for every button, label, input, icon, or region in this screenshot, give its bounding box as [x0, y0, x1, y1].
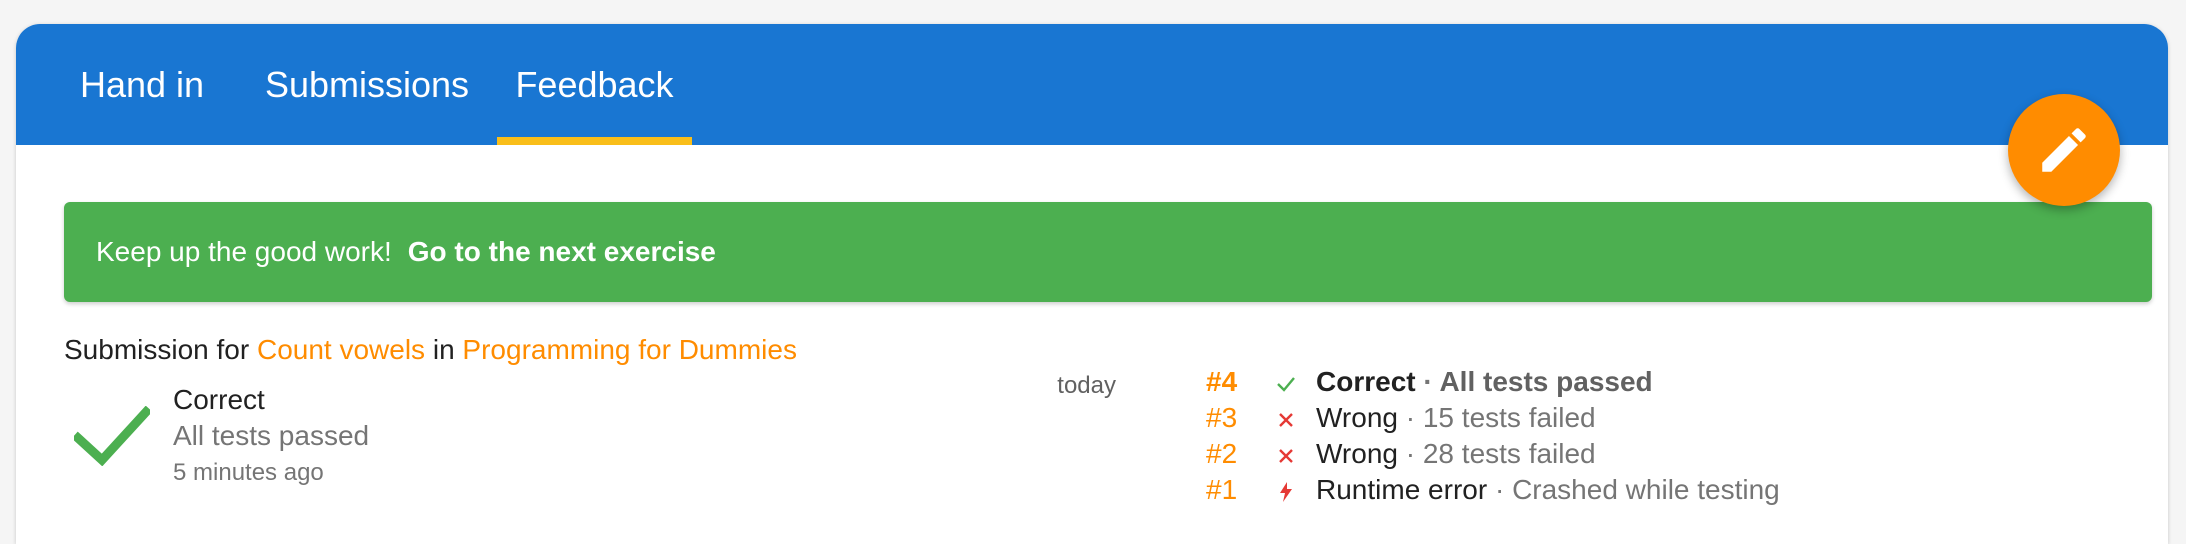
cross-icon [1279, 449, 1293, 463]
history-detail: 28 tests failed [1422, 438, 1596, 469]
history-detail: 15 tests failed [1422, 402, 1596, 433]
edit-fab-button[interactable] [2008, 94, 2120, 206]
tab-indicator [244, 137, 490, 145]
history-status[interactable]: Wrong · 28 tests failed [1316, 438, 1596, 470]
submission-number[interactable]: #2 [1206, 438, 1237, 470]
history-status[interactable]: Correct · All tests passed [1316, 366, 1653, 398]
history-row[interactable]: today #4 Correct · All tests passed [16, 366, 2168, 402]
separator: · [1415, 366, 1440, 397]
history-detail: Crashed while testing [1512, 474, 1780, 505]
submission-heading: Submission for Count vowels in Programmi… [64, 334, 797, 366]
history-status-label: Runtime error [1316, 474, 1488, 505]
tab-indicator-active [497, 137, 692, 145]
exercise-feedback-card: Hand in Submissions Feedback Keep up the… [16, 24, 2168, 544]
success-banner: Keep up the good work! Go to the next ex… [64, 202, 2152, 302]
history-row[interactable]: #3 Wrong · 15 tests failed [16, 402, 2168, 438]
history-row[interactable]: #2 Wrong · 28 tests failed [16, 438, 2168, 474]
exercise-link[interactable]: Count vowels [257, 334, 425, 365]
history-status-label: Wrong [1316, 402, 1398, 433]
tab-submissions[interactable]: Submissions [244, 24, 490, 145]
check-icon [1277, 377, 1295, 392]
tab-label: Feedback [515, 63, 674, 105]
tab-hand-in[interactable]: Hand in [62, 24, 222, 145]
banner-message: Keep up the good work! [96, 236, 392, 267]
submission-connector: in [432, 334, 455, 365]
pencil-icon [2042, 128, 2086, 172]
tab-label: Submissions [264, 63, 470, 105]
separator: · [1397, 438, 1423, 469]
history-row[interactable]: #1 Runtime error · Crashed while testing [16, 474, 2168, 510]
tab-indicator [62, 137, 222, 145]
separator: · [1397, 402, 1423, 433]
history-day: today [1057, 372, 1116, 399]
submission-number[interactable]: #3 [1206, 402, 1237, 434]
history-detail: All tests passed [1439, 366, 1653, 397]
next-exercise-link[interactable]: Go to the next exercise [408, 236, 716, 268]
tab-label: Hand in [79, 63, 205, 105]
course-link[interactable]: Programming for Dummies [462, 334, 797, 365]
tab-bar: Hand in Submissions Feedback [16, 24, 2168, 145]
history-status[interactable]: Runtime error · Crashed while testing [1316, 474, 1780, 506]
submission-number[interactable]: #4 [1206, 366, 1237, 398]
tab-feedback[interactable]: Feedback [497, 24, 692, 145]
lightning-icon [1280, 482, 1292, 502]
history-status-label: Wrong [1316, 438, 1398, 469]
submission-prefix: Submission for [64, 334, 250, 365]
history-status-label: Correct [1316, 366, 1416, 397]
submission-number[interactable]: #1 [1206, 474, 1237, 506]
separator: · [1487, 474, 1513, 505]
history-status[interactable]: Wrong · 15 tests failed [1316, 402, 1596, 434]
cross-icon [1279, 413, 1293, 427]
